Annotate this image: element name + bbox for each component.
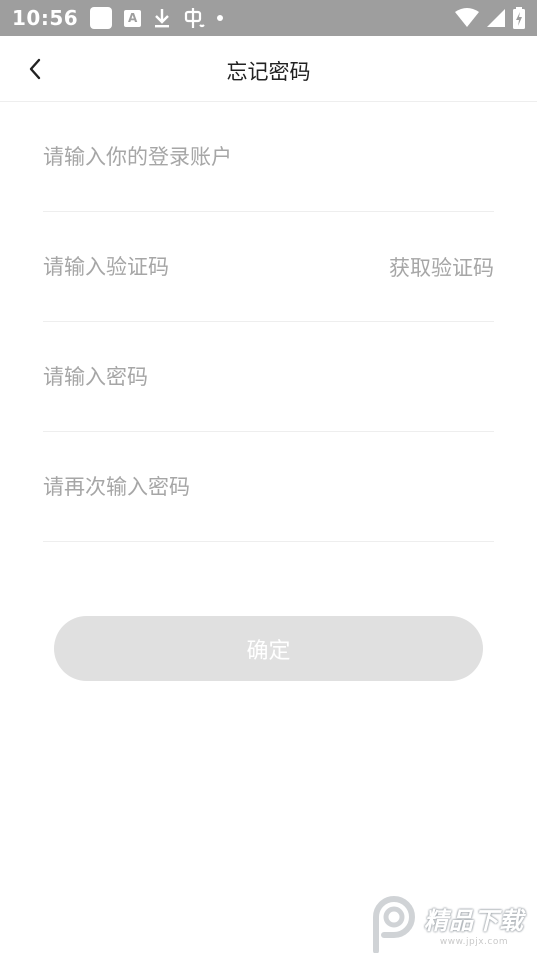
page-title: 忘记密码 [226,60,311,84]
get-code-button[interactable]: 获取验证码 [389,252,494,282]
status-system-icons [455,7,525,29]
confirm-password-input[interactable] [43,466,494,507]
dot-icon [217,15,224,21]
account-input[interactable] [43,136,494,177]
password-input[interactable] [43,356,494,397]
confirm-password-field-row [43,432,494,542]
status-time: 10:56 [12,6,79,30]
account-field-row [43,102,494,212]
forgot-password-form: 获取验证码 [43,102,494,542]
status-bar: 10:56 A [0,0,537,36]
bug-icon [185,8,205,28]
watermark-subtext: www.jpjx.com [439,937,509,947]
verification-code-input[interactable] [43,246,389,287]
code-field-row: 获取验证码 [43,212,494,322]
app-header: 忘记密码 [0,36,537,102]
watermark-logo-icon [373,896,415,953]
wifi-icon [455,8,479,27]
password-field-row [43,322,494,432]
status-notification-icons: A [90,7,224,29]
download-icon [155,9,170,28]
watermark-text: 精品下载 [424,907,524,935]
battery-charging-icon [513,7,525,29]
confirm-button[interactable]: 确定 [54,616,483,681]
watermark: 精品下载 www.jpjx.com [370,895,524,953]
signal-icon [487,9,505,27]
notification-square-icon [90,7,113,29]
a-app-icon: A [124,9,142,27]
